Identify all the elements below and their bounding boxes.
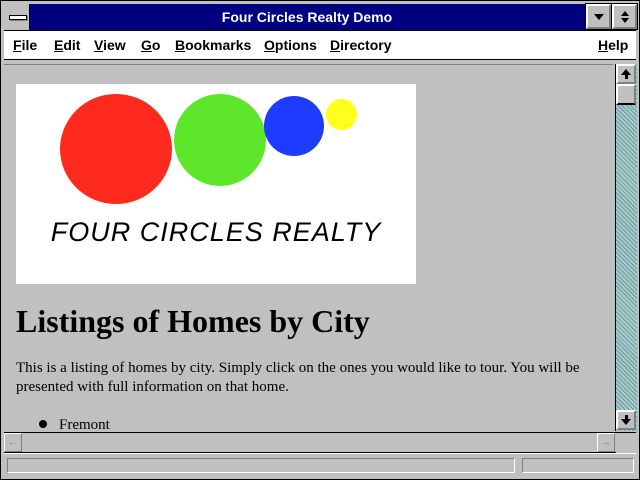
company-logo: FOUR CIRCLES REALTY [16,84,416,284]
menu-edit[interactable]: Edit [54,31,80,59]
menu-bookmarks[interactable]: Bookmarks [175,31,251,59]
logo-text: FOUR CIRCLES REALTY [50,217,382,247]
menu-view[interactable]: View [94,31,126,59]
page-heading: Listings of Homes by City [16,303,370,339]
maximize-icon [620,10,629,23]
menu-bar: File Edit View Go Bookmarks Options Dire… [4,31,636,60]
title-bar[interactable]: Four Circles Realty Demo [4,3,638,31]
menu-options[interactable]: Options [264,31,317,59]
arrow-left-icon: ← [8,437,18,448]
browser-window: Four Circles Realty Demo File Edit View … [0,0,640,480]
menu-directory[interactable]: Directory [330,31,391,59]
window-title: Four Circles Realty Demo [221,9,393,25]
horizontal-scrollbar[interactable]: ← → [4,432,616,453]
logo-blue-circle [264,96,324,156]
menu-go[interactable]: Go [141,31,160,59]
minimize-button[interactable] [585,3,612,30]
scroll-right-button[interactable]: → [597,433,615,452]
city-link[interactable]: Fremont [59,417,110,432]
maximize-button[interactable] [611,3,638,30]
scroll-down-button[interactable] [616,410,636,430]
system-menu-button[interactable] [4,4,30,30]
status-text [7,458,515,473]
scrollbar-corner [616,432,636,452]
progress-indicator [522,458,634,473]
city-list-item[interactable]: Fremont [39,417,110,432]
scroll-up-button[interactable] [616,64,636,84]
status-bar [4,453,636,477]
arrow-right-icon: → [601,437,611,448]
menu-help[interactable]: Help [598,31,628,59]
logo-red-circle [60,94,172,204]
arrow-down-icon [621,419,631,425]
bullet-icon [39,419,47,428]
system-menu-icon [9,15,27,20]
minimize-icon [593,13,604,20]
menu-file[interactable]: File [13,31,37,59]
vertical-scrollbar[interactable] [615,64,637,431]
intro-paragraph: This is a listing of homes by city. Simp… [16,360,580,395]
page-content[interactable]: FOUR CIRCLES REALTY Listings of Homes by… [4,64,613,432]
logo-yellow-circle [326,99,357,130]
scroll-left-button[interactable]: ← [4,433,22,452]
logo-green-circle [174,94,266,186]
vertical-scroll-thumb[interactable] [616,84,636,105]
